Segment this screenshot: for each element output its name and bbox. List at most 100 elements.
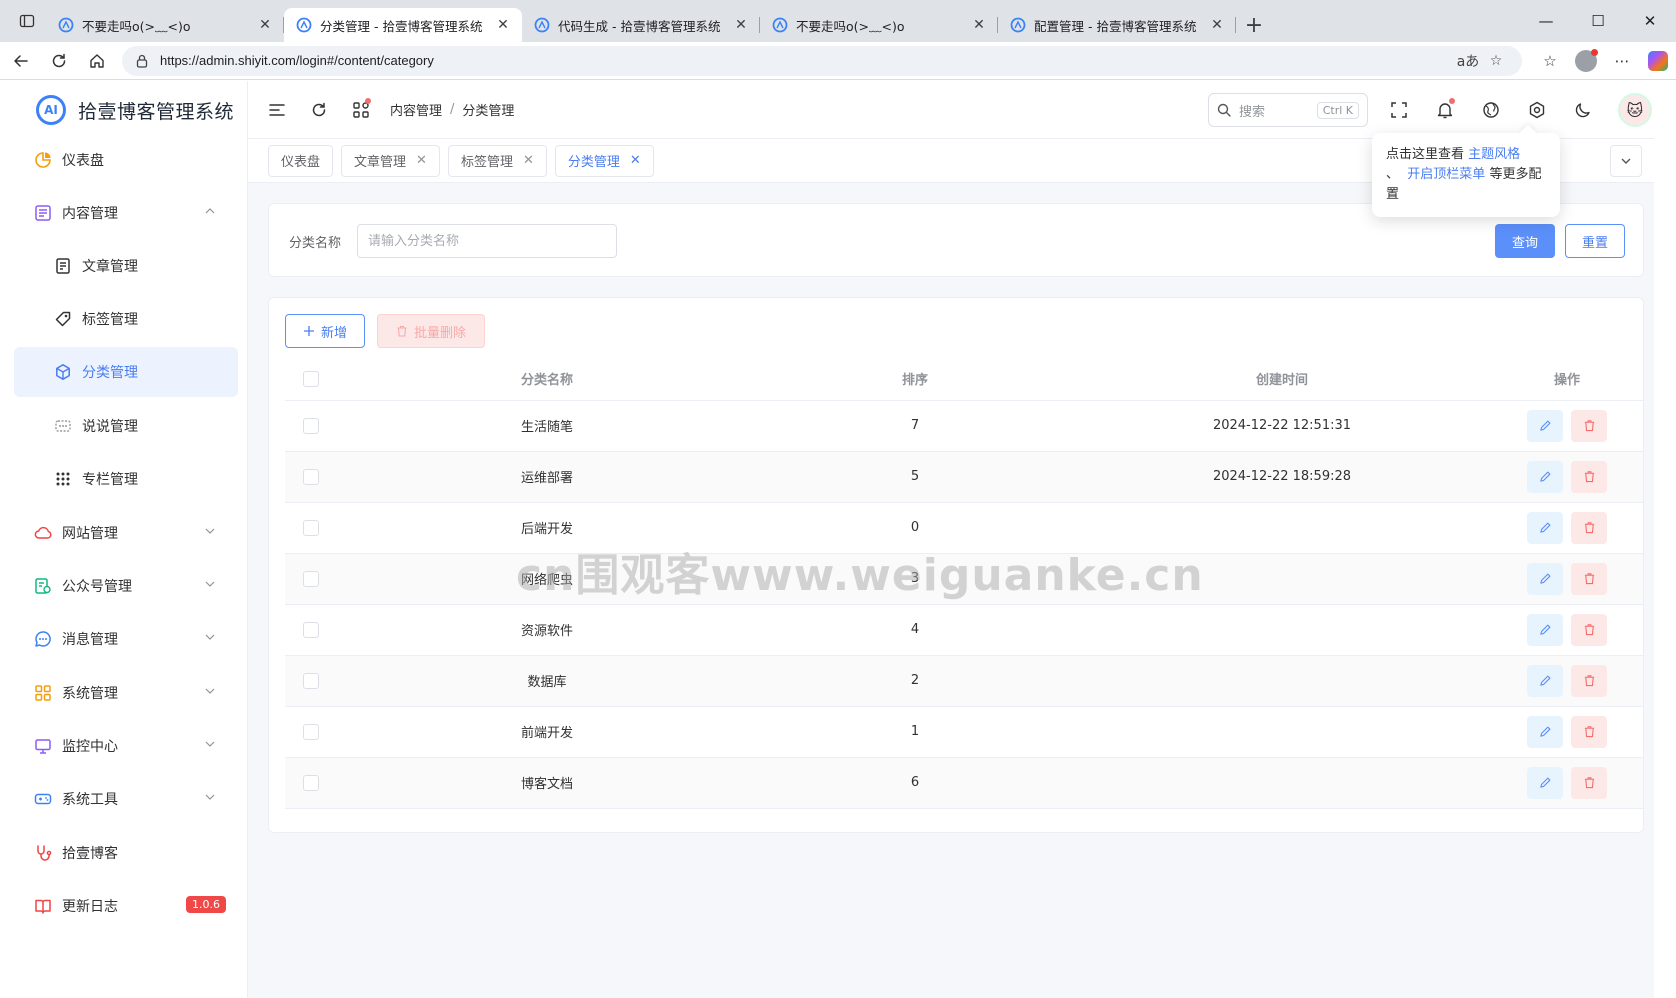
settings-gear-icon[interactable] [1524,97,1550,123]
tags-view-item[interactable]: 标签管理 ✕ [447,144,547,177]
fullscreen-icon[interactable] [1386,97,1412,123]
sidebar-item[interactable]: 内容管理 [14,188,238,238]
tags-view-item[interactable]: 仪表盘 [268,144,334,177]
collapse-menu-icon[interactable] [264,97,290,123]
tags-view-item[interactable]: 分类管理 ✕ [554,144,654,177]
browser-tab[interactable]: 代码生成 - 拾壹博客管理系统 ✕ [522,8,760,42]
batch-delete-button[interactable]: 批量删除 [377,314,485,348]
row-checkbox[interactable] [303,672,319,689]
row-checkbox[interactable] [303,417,319,434]
bell-icon[interactable] [1432,97,1458,123]
user-avatar[interactable]: 🐱 [1618,93,1652,127]
maximize-icon[interactable]: ☐ [1572,0,1624,42]
close-tab-icon[interactable]: ✕ [732,16,750,34]
sidebar-item[interactable]: 专栏管理 [14,454,238,504]
close-tab-icon[interactable]: ✕ [256,16,274,34]
refresh-page-icon[interactable] [306,97,332,123]
sidebar-item[interactable]: 消息管理 [14,614,238,664]
select-all-checkbox[interactable] [303,370,319,387]
sidebar-item[interactable]: 说说管理 [14,401,238,451]
sidebar-item[interactable]: 更新日志 1.0.6 [14,881,238,931]
close-tab-icon[interactable]: ✕ [970,16,988,34]
sidebar-item[interactable]: 拾壹博客 [14,828,238,878]
edit-button[interactable] [1527,664,1563,697]
sidebar-item[interactable]: 系统工具 [14,774,238,824]
close-tab-icon[interactable]: ✕ [494,16,512,34]
query-button[interactable]: 查询 [1495,224,1555,258]
sidebar-item[interactable]: 仪表盘 [14,135,238,185]
row-checkbox[interactable] [303,621,319,638]
sidebar-item[interactable]: 监控中心 [14,721,238,771]
back-icon[interactable] [4,44,38,78]
global-search-input[interactable]: 搜索 Ctrl K [1208,93,1368,127]
delete-button[interactable] [1571,511,1607,544]
copilot-icon[interactable] [1640,44,1676,78]
close-window-icon[interactable]: ✕ [1624,0,1676,42]
delete-button[interactable] [1571,613,1607,646]
browser-tab-title: 不要走吗o(>﹏<)o [82,18,191,34]
new-tab-button[interactable]: + [1236,8,1272,42]
add-button[interactable]: 新增 [285,314,365,348]
close-tag-icon[interactable]: ✕ [416,153,427,168]
browser-tab[interactable]: 配置管理 - 拾壹博客管理系统 ✕ [998,8,1236,42]
sidebar-item[interactable]: 分类管理 [14,347,238,397]
delete-button[interactable] [1571,664,1607,697]
sidebar-item-label: 消息管理 [62,632,118,648]
tags-view-item[interactable]: 文章管理 ✕ [341,144,440,177]
row-checkbox[interactable] [303,468,319,485]
favorites-icon[interactable]: ☆ [1532,44,1568,78]
top-menu-link[interactable]: 开启顶栏菜单 [1407,167,1485,182]
row-checkbox[interactable] [303,519,319,536]
trash-icon [1584,522,1594,534]
delete-button[interactable] [1571,562,1607,595]
favorite-star-icon[interactable]: ☆ [1482,53,1510,69]
delete-button[interactable] [1571,460,1607,493]
sidebar-item[interactable]: 公众号管理 [14,561,238,611]
edit-button[interactable] [1527,562,1563,595]
edit-button[interactable] [1527,766,1563,799]
edit-button[interactable] [1527,409,1563,442]
edit-button[interactable] [1527,613,1563,646]
home-icon[interactable] [80,44,114,78]
delete-button[interactable] [1571,766,1607,799]
lock-icon[interactable] [134,53,150,69]
sidebar-item[interactable]: 系统管理 [14,668,238,718]
edit-button[interactable] [1527,511,1563,544]
minimize-icon[interactable]: — [1520,0,1572,42]
row-checkbox[interactable] [303,723,319,740]
dark-mode-icon[interactable] [1570,97,1596,123]
sidebar-item[interactable]: 文章管理 [14,241,238,291]
apps-grid-icon[interactable] [348,97,374,123]
edit-button[interactable] [1527,460,1563,493]
edit-button[interactable] [1527,715,1563,748]
theme-style-link[interactable]: 主题风格 [1468,147,1520,162]
more-options-icon[interactable]: ⋯ [1604,44,1640,78]
profile-icon[interactable] [1568,44,1604,78]
table-row: 资源软件 4 [285,604,1643,656]
browser-tab-title: 代码生成 - 拾壹博客管理系统 [558,18,721,34]
close-tab-icon[interactable]: ✕ [1208,16,1226,34]
browser-tab[interactable]: 分类管理 - 拾壹博客管理系统 ✕ [284,8,522,42]
reset-button[interactable]: 重置 [1565,224,1625,258]
close-tag-icon[interactable]: ✕ [523,153,534,168]
delete-button[interactable] [1571,409,1607,442]
logo[interactable]: AI 拾壹博客管理系统 [0,81,247,139]
website-icon [34,524,52,542]
row-checkbox[interactable] [303,774,319,791]
close-tag-icon[interactable]: ✕ [630,153,641,168]
sidebar-item[interactable]: 网站管理 [14,508,238,558]
url-field[interactable]: https://admin.shiyit.com/login#/content/… [122,45,1522,76]
tags-more-button[interactable] [1610,145,1642,177]
browser-tab[interactable]: 不要走吗o(>﹏<)o ✕ [760,8,998,42]
category-name-input[interactable] [357,224,617,258]
sidebar-item[interactable]: 标签管理 [14,294,238,344]
delete-button[interactable] [1571,715,1607,748]
row-checkbox[interactable] [303,570,319,587]
refresh-icon[interactable] [42,44,76,78]
browser-tab[interactable]: 不要走吗o(>﹏<)o ✕ [46,8,284,42]
read-aloud-icon[interactable]: aあ [1454,51,1482,71]
language-icon[interactable] [1478,97,1504,123]
tab-actions-icon[interactable] [8,0,46,42]
breadcrumb-item[interactable]: 内容管理 [390,100,442,119]
sidebar-item-label: 专栏管理 [82,472,138,488]
